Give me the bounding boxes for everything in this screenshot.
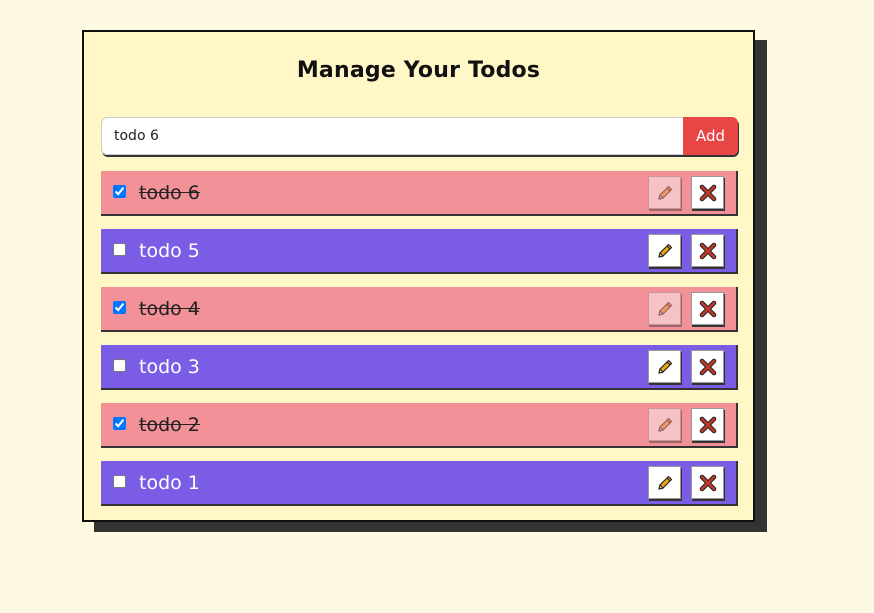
add-todo-form: Add (101, 117, 738, 155)
close-icon (699, 358, 717, 376)
edit-button[interactable] (648, 176, 681, 209)
todo-text: todo 5 (139, 239, 200, 262)
todo-text: todo 1 (139, 471, 200, 494)
todo-checkbox[interactable] (113, 243, 126, 256)
delete-button[interactable] (691, 408, 724, 441)
todo-checkbox[interactable] (113, 417, 126, 430)
todo-checkbox[interactable] (113, 359, 126, 372)
todo-item: todo 3 (101, 345, 738, 390)
delete-button[interactable] (691, 234, 724, 267)
delete-button[interactable] (691, 176, 724, 209)
todo-input[interactable] (101, 117, 683, 155)
todo-item: todo 2 (101, 403, 738, 448)
todo-actions (648, 234, 724, 267)
todo-actions (648, 292, 724, 325)
close-icon (699, 242, 717, 260)
todo-text: todo 2 (139, 413, 200, 436)
todo-text: todo 6 (139, 181, 200, 204)
pencil-icon (656, 184, 674, 202)
todo-text: todo 4 (139, 297, 200, 320)
todo-actions (648, 350, 724, 383)
todo-actions (648, 466, 724, 499)
close-icon (699, 416, 717, 434)
close-icon (699, 474, 717, 492)
todo-item: todo 6 (101, 171, 738, 216)
pencil-icon (656, 242, 674, 260)
pencil-icon (656, 358, 674, 376)
todo-checkbox[interactable] (113, 301, 126, 314)
close-icon (699, 184, 717, 202)
edit-button[interactable] (648, 408, 681, 441)
delete-button[interactable] (691, 350, 724, 383)
edit-button[interactable] (648, 292, 681, 325)
delete-button[interactable] (691, 466, 724, 499)
todo-actions (648, 176, 724, 209)
todo-list: todo 6 todo 5 todo 4 todo 3 todo 2 todo … (101, 171, 738, 519)
edit-button[interactable] (648, 466, 681, 499)
todo-item: todo 1 (101, 461, 738, 506)
todo-item: todo 4 (101, 287, 738, 332)
add-button[interactable]: Add (683, 117, 738, 155)
delete-button[interactable] (691, 292, 724, 325)
page-title: Manage Your Todos (296, 58, 541, 83)
todo-text: todo 3 (139, 355, 200, 378)
todo-checkbox[interactable] (113, 185, 126, 198)
todo-checkbox[interactable] (113, 475, 126, 488)
edit-button[interactable] (648, 350, 681, 383)
close-icon (699, 300, 717, 318)
todo-card: Manage Your Todos Add todo 6 (82, 30, 755, 522)
edit-button[interactable] (648, 234, 681, 267)
todo-actions (648, 408, 724, 441)
todo-item: todo 5 (101, 229, 738, 274)
pencil-icon (656, 474, 674, 492)
pencil-icon (656, 300, 674, 318)
pencil-icon (656, 416, 674, 434)
